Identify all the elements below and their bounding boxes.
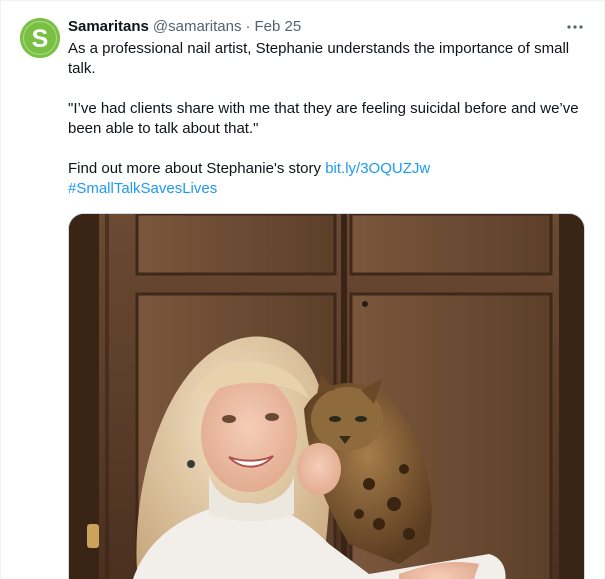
tweet-header: Samaritans @samaritans · Feb 25 <box>68 17 301 37</box>
tweet-text-prefix: Find out more about Stephanie's story <box>68 160 326 177</box>
tweet-date[interactable]: Feb 25 <box>254 17 301 37</box>
tweet-media-photo[interactable] <box>68 213 585 579</box>
tweet-text-paragraph-1: As a professional nail artist, Stephanie… <box>68 40 570 77</box>
hashtag-link[interactable]: #SmallTalkSavesLives <box>68 180 217 197</box>
more-button[interactable] <box>564 17 586 37</box>
svg-text:S: S <box>32 25 49 53</box>
tweet-text-paragraph-3: Find out more about Stephanie's story bi… <box>68 159 588 179</box>
display-name[interactable]: Samaritans <box>68 17 149 37</box>
samaritans-logo-icon: S <box>20 18 60 58</box>
avatar[interactable]: S <box>20 18 60 58</box>
tweet-text: As a professional nail artist, Stephanie… <box>68 39 588 199</box>
separator-dot: · <box>245 18 251 35</box>
story-link[interactable]: bit.ly/3OQUZJw <box>325 160 430 177</box>
tweet-card[interactable]: S Samaritans @samaritans · Feb 25 As a p… <box>0 0 605 579</box>
more-dots-icon <box>567 25 583 29</box>
tweet-text-quote: "I’ve had clients share with me that the… <box>68 100 579 137</box>
photo-woman-with-cat <box>69 214 584 579</box>
hashtag-line: #SmallTalkSavesLives <box>68 179 588 199</box>
user-handle[interactable]: @samaritans <box>153 17 242 37</box>
